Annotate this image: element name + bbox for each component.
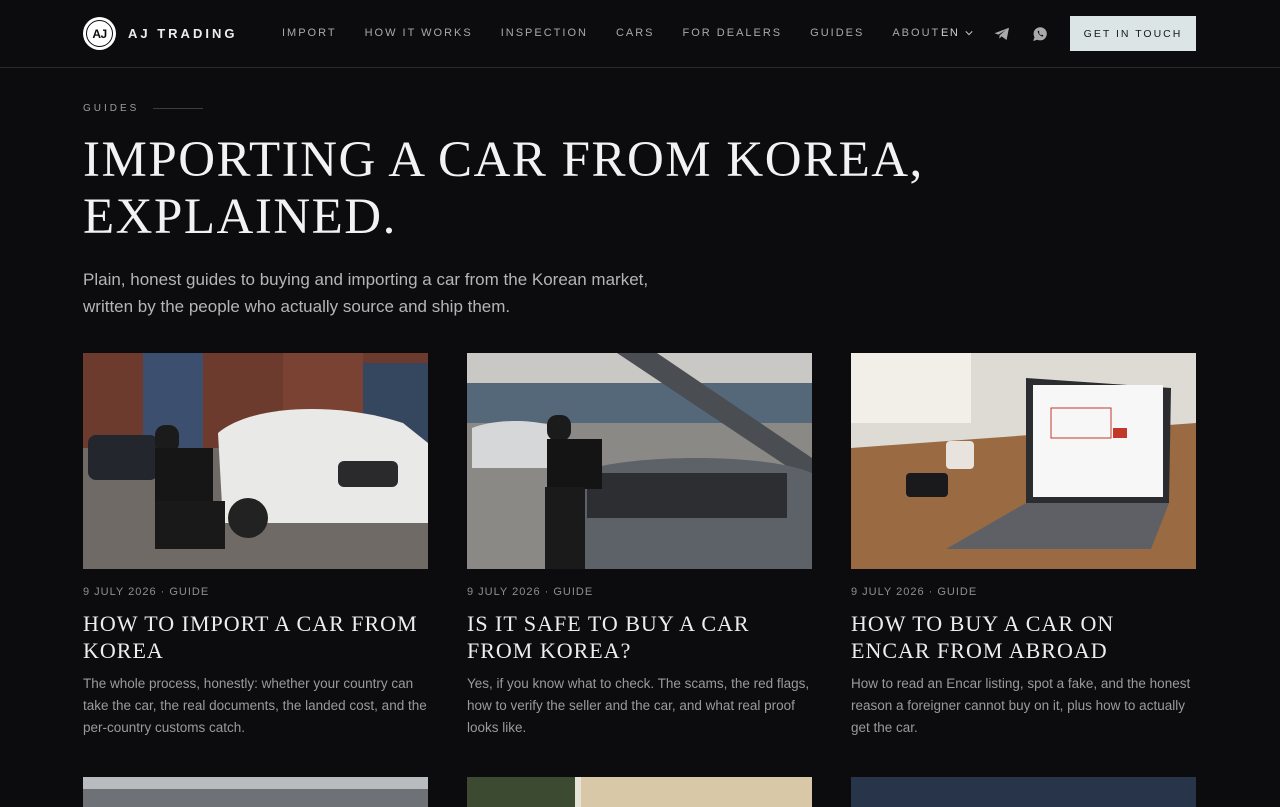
article-excerpt: Yes, if you know what to check. The scam… bbox=[467, 676, 810, 735]
article-meta: 9 July 2026 · Guide bbox=[851, 586, 978, 598]
article-image[interactable] bbox=[83, 353, 428, 569]
nav-item-how-it-works[interactable]: HOW IT WORKS bbox=[365, 27, 473, 39]
nav-item-for-dealers[interactable]: FOR DEALERS bbox=[683, 27, 783, 39]
article-title[interactable]: How to import a car from Korea bbox=[83, 610, 428, 664]
logo-mark: AJ bbox=[83, 17, 116, 50]
article-card[interactable]: 9 July 2026 · Guide Is it safe to buy a … bbox=[467, 353, 812, 739]
nav-item-import[interactable]: IMPORT bbox=[282, 27, 337, 39]
article-meta: 9 July 2026 · Guide bbox=[83, 586, 210, 598]
page-subtitle: Plain, honest guides to buying and impor… bbox=[83, 270, 649, 316]
article-card[interactable]: 9 July 2026 · Guide How to import a car … bbox=[83, 353, 428, 739]
article-image[interactable] bbox=[467, 777, 812, 807]
article-image[interactable] bbox=[467, 353, 812, 569]
language-selector[interactable]: EN bbox=[941, 27, 973, 39]
article-excerpt: The whole process, honestly: whether you… bbox=[83, 676, 427, 735]
article-excerpt: How to read an Encar listing, spot a fak… bbox=[851, 676, 1191, 735]
article-image[interactable] bbox=[851, 353, 1196, 569]
nav-item-about[interactable]: ABOUT bbox=[892, 27, 940, 39]
main-menu: IMPORT HOW IT WORKS INSPECTION CARS FOR … bbox=[282, 27, 968, 39]
article-meta: 9 July 2026 · Guide bbox=[467, 586, 594, 598]
nav-item-inspection[interactable]: INSPECTION bbox=[501, 27, 588, 39]
brand-name: AJ TRADING bbox=[128, 26, 238, 41]
telegram-icon[interactable] bbox=[993, 25, 1011, 43]
nav-item-guides[interactable]: GUIDES bbox=[810, 27, 864, 39]
top-navigation: AJ AJ TRADING IMPORT HOW IT WORKS INSPEC… bbox=[0, 0, 1280, 68]
page-title: Importing a car from Korea, explained. bbox=[83, 132, 924, 245]
chevron-down-icon bbox=[965, 31, 973, 36]
article-card[interactable]: 9 July 2026 · Guide How to buy a car on … bbox=[851, 353, 1196, 739]
kicker-rule bbox=[153, 108, 204, 109]
article-title[interactable]: How to buy a car on Encar from abroad bbox=[851, 610, 1196, 664]
language-label: EN bbox=[941, 27, 960, 39]
section-kicker: GUIDES bbox=[83, 103, 204, 114]
article-image[interactable] bbox=[83, 777, 428, 807]
kicker-label: GUIDES bbox=[83, 103, 140, 114]
nav-item-cars[interactable]: CARS bbox=[616, 27, 655, 39]
article-title[interactable]: Is it safe to buy a car from Korea? bbox=[467, 610, 812, 664]
whatsapp-icon[interactable] bbox=[1031, 25, 1049, 43]
get-in-touch-button[interactable]: GET IN TOUCH bbox=[1070, 16, 1196, 51]
brand-logo[interactable]: AJ AJ TRADING bbox=[83, 17, 237, 50]
article-image[interactable] bbox=[851, 777, 1196, 807]
